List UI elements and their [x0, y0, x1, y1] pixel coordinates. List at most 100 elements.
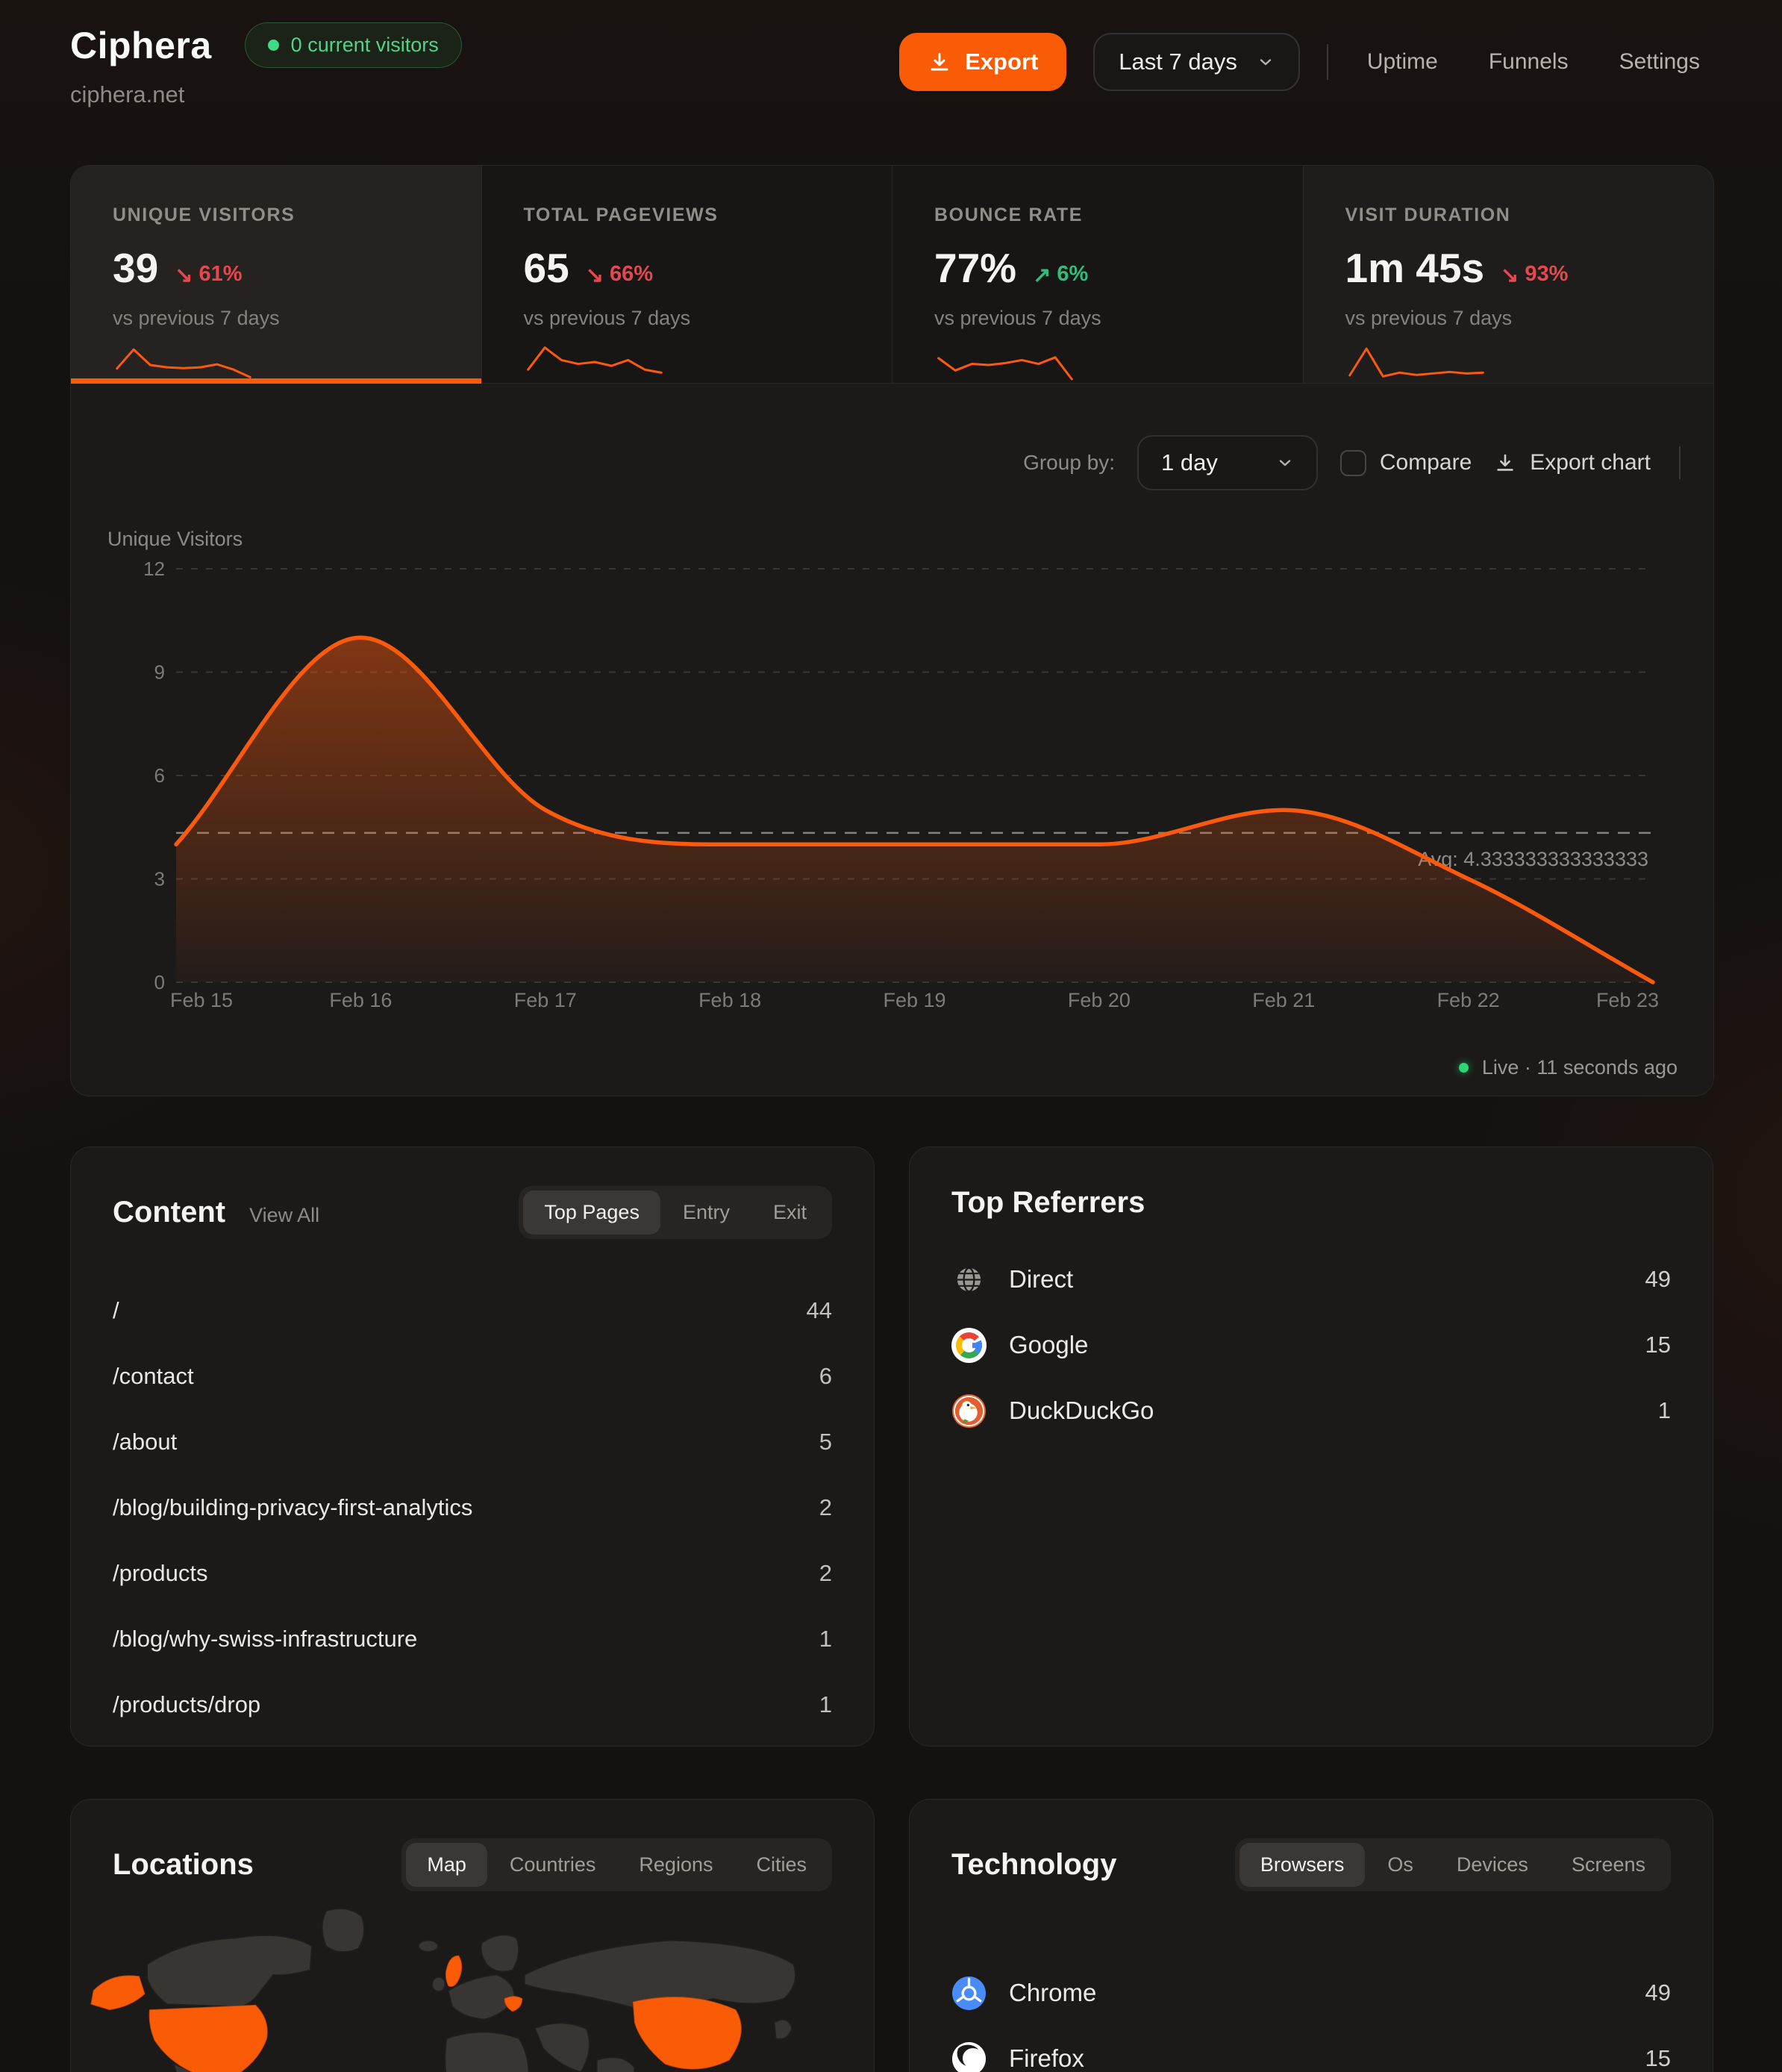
- table-row[interactable]: /about5: [113, 1409, 832, 1475]
- stat-compare-label: vs previous 7 days: [1345, 307, 1714, 330]
- technology-title: Technology: [951, 1848, 1116, 1882]
- chevron-down-icon: [1276, 454, 1294, 472]
- technology-tabs: Browsers Os Devices Screens: [1235, 1838, 1671, 1891]
- tab-countries[interactable]: Countries: [489, 1843, 617, 1887]
- current-visitors-label: 0 current visitors: [291, 34, 439, 57]
- live-status: Live · 11 seconds ago: [1459, 1056, 1678, 1079]
- content-rows: /44 /contact6 /about5 /blog/building-pri…: [113, 1278, 832, 1738]
- svg-text:Feb 23: Feb 23: [1596, 989, 1659, 1011]
- export-chart-label: Export chart: [1530, 450, 1651, 475]
- svg-text:0: 0: [154, 971, 165, 993]
- referrer-row-google[interactable]: Google 15: [951, 1312, 1671, 1378]
- firefox-icon: [951, 2041, 987, 2072]
- tab-browsers[interactable]: Browsers: [1239, 1843, 1366, 1887]
- stat-compare-label: vs previous 7 days: [934, 307, 1303, 330]
- current-visitors-badge: 0 current visitors: [245, 22, 462, 68]
- svg-text:6: 6: [154, 764, 165, 787]
- table-row[interactable]: /products2: [113, 1541, 832, 1606]
- download-icon: [928, 50, 951, 74]
- browser-row-chrome[interactable]: Chrome 49: [951, 1960, 1671, 2026]
- stat-delta: ↘ 61%: [175, 262, 242, 288]
- export-label: Export: [965, 49, 1038, 75]
- stats-row: UNIQUE VISITORS 39 ↘ 61% vs previous 7 d…: [71, 166, 1713, 384]
- tab-top-pages[interactable]: Top Pages: [523, 1191, 660, 1235]
- tab-exit[interactable]: Exit: [752, 1191, 828, 1235]
- stat-label: BOUNCE RATE: [934, 205, 1303, 226]
- stat-unique-visitors[interactable]: UNIQUE VISITORS 39 ↘ 61% vs previous 7 d…: [71, 166, 482, 383]
- table-row[interactable]: /blog/building-privacy-first-analytics2: [113, 1475, 832, 1541]
- compare-toggle[interactable]: Compare: [1340, 450, 1472, 476]
- unique-visitors-chart[interactable]: Unique Visitors036912Avg: 4.333333333333…: [71, 514, 1715, 1037]
- svg-text:12: 12: [143, 558, 165, 580]
- duckduckgo-icon: [951, 1394, 987, 1429]
- map-region-romania[interactable]: [504, 1997, 522, 2012]
- export-button[interactable]: Export: [899, 33, 1066, 91]
- export-chart-button[interactable]: Export chart: [1494, 450, 1651, 475]
- locations-title: Locations: [113, 1848, 254, 1882]
- stat-bounce-rate[interactable]: BOUNCE RATE 77% ↗ 6% vs previous 7 days: [892, 166, 1304, 383]
- map-region-china[interactable]: [633, 1997, 741, 2069]
- table-row[interactable]: /44: [113, 1278, 832, 1344]
- header-right: Export Last 7 days Uptime Funnels Settin…: [899, 33, 1712, 91]
- sparkline: [934, 339, 1076, 385]
- svg-text:Feb 22: Feb 22: [1437, 989, 1500, 1011]
- map-region-alaska[interactable]: [91, 1976, 145, 2010]
- trend-up-icon: ↗: [1033, 262, 1051, 288]
- nav-uptime[interactable]: Uptime: [1355, 49, 1450, 75]
- tab-os[interactable]: Os: [1366, 1843, 1434, 1887]
- table-row[interactable]: /products/drop1: [113, 1672, 832, 1738]
- date-range-dropdown[interactable]: Last 7 days: [1093, 33, 1300, 91]
- map-region-united-states[interactable]: [149, 2005, 267, 2072]
- chrome-icon: [951, 1976, 987, 2011]
- svg-text:Feb 18: Feb 18: [698, 989, 761, 1011]
- content-title: Content: [113, 1196, 225, 1229]
- svg-text:Feb 19: Feb 19: [883, 989, 945, 1011]
- tab-entry[interactable]: Entry: [662, 1191, 751, 1235]
- compare-label: Compare: [1380, 450, 1472, 475]
- referrer-row-direct[interactable]: Direct 49: [951, 1246, 1671, 1312]
- stat-compare-label: vs previous 7 days: [113, 307, 481, 330]
- svg-text:Avg: 4.333333333333333: Avg: 4.333333333333333: [1418, 848, 1648, 870]
- nav-settings[interactable]: Settings: [1607, 49, 1712, 75]
- trend-down-icon: ↘: [175, 262, 193, 288]
- table-row[interactable]: /blog/why-swiss-infrastructure1: [113, 1606, 832, 1672]
- map-region-united-kingdom[interactable]: [446, 1956, 461, 1987]
- stat-visit-duration[interactable]: VISIT DURATION 1m 45s ↘ 93% vs previous …: [1304, 166, 1714, 383]
- svg-text:Unique Visitors: Unique Visitors: [107, 528, 243, 550]
- trend-down-icon: ↘: [586, 262, 604, 288]
- browser-rows: Chrome 49 Firefox 15: [951, 1960, 1671, 2072]
- stat-label: VISIT DURATION: [1345, 205, 1714, 226]
- referrers-title: Top Referrers: [951, 1186, 1145, 1220]
- tab-map[interactable]: Map: [406, 1843, 487, 1887]
- top-referrers-card: Top Referrers Direct 49 Google 15: [909, 1146, 1713, 1747]
- svg-text:Feb 15: Feb 15: [170, 989, 233, 1011]
- compare-checkbox[interactable]: [1340, 450, 1366, 476]
- world-map[interactable]: [71, 1897, 874, 2072]
- stat-value: 77%: [934, 244, 1016, 292]
- header: Ciphera 0 current visitors ciphera.net E…: [70, 22, 1712, 108]
- svg-text:Feb 20: Feb 20: [1068, 989, 1131, 1011]
- stat-total-pageviews[interactable]: TOTAL PAGEVIEWS 65 ↘ 66% vs previous 7 d…: [482, 166, 893, 383]
- stat-delta: ↘ 66%: [586, 262, 653, 288]
- svg-text:Feb 16: Feb 16: [329, 989, 392, 1011]
- tab-screens[interactable]: Screens: [1551, 1843, 1666, 1887]
- tab-devices[interactable]: Devices: [1436, 1843, 1549, 1887]
- group-by-dropdown[interactable]: 1 day: [1137, 435, 1318, 490]
- browser-row-firefox[interactable]: Firefox 15: [951, 2026, 1671, 2072]
- nav-funnels[interactable]: Funnels: [1477, 49, 1581, 75]
- google-icon: [951, 1328, 987, 1363]
- tab-cities[interactable]: Cities: [735, 1843, 828, 1887]
- referrer-row-duckduckgo[interactable]: DuckDuckGo 1: [951, 1378, 1671, 1444]
- tab-regions[interactable]: Regions: [618, 1843, 734, 1887]
- stat-label: TOTAL PAGEVIEWS: [524, 205, 892, 226]
- globe-icon: [951, 1262, 987, 1297]
- download-icon: [1494, 452, 1516, 474]
- table-row[interactable]: /contact6: [113, 1344, 832, 1409]
- header-divider: [1327, 44, 1328, 80]
- svg-text:Feb 17: Feb 17: [514, 989, 577, 1011]
- view-all-link[interactable]: View All: [249, 1204, 319, 1227]
- content-card: Content View All Top Pages Entry Exit /4…: [70, 1146, 875, 1747]
- chart-controls: Group by: 1 day Compare Export chart: [1023, 435, 1681, 490]
- stat-delta: ↘ 93%: [1501, 262, 1568, 288]
- sparkline: [113, 339, 254, 385]
